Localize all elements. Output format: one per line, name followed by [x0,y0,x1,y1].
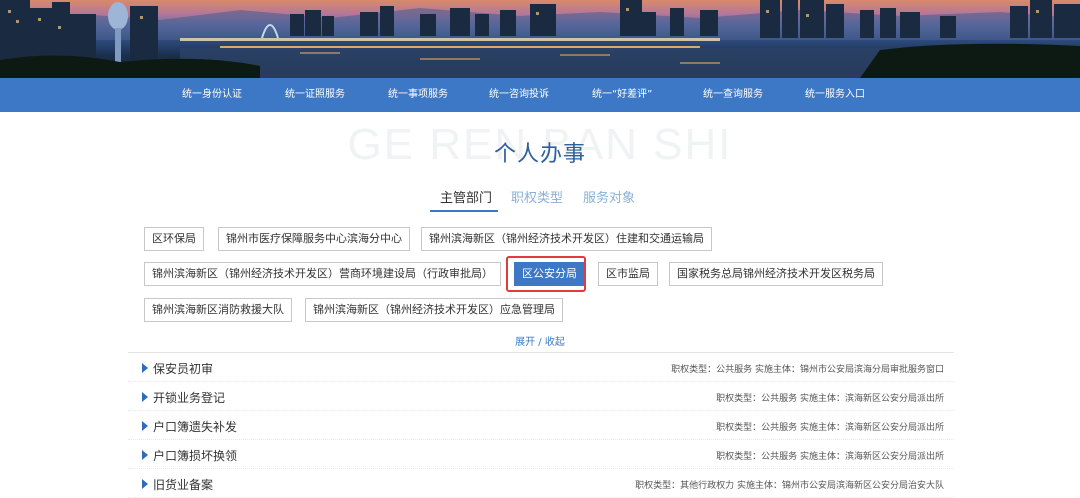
service-item-list: 保安员初审 职权类型：公共服务 实施主体：锦州市公安局滨海分局审批服务窗口 开锁… [128,352,954,498]
item-name[interactable]: 保安员初审 [153,360,213,377]
triangle-right-icon [142,450,148,460]
nav-rating[interactable]: 统一“好差评” [592,78,652,112]
triangle-right-icon [142,392,148,402]
expand-collapse-toggle[interactable]: 展开 / 收起 [0,333,1080,348]
nav-service-entry[interactable]: 统一服务入口 [805,78,865,112]
header-banner [0,0,1080,78]
item-name[interactable]: 户口簿损坏换领 [153,447,237,464]
nav-query-service[interactable]: 统一查询服务 [703,78,763,112]
dept-chip-selected[interactable]: 区公安分局 [514,262,585,286]
item-meta: 职权类型：公共服务 实施主体：滨海新区公安分局派出所 [716,394,944,404]
list-item[interactable]: 旧货业备案 职权类型：其他行政权力 实施主体：锦州市公安局滨海新区公安分局治安大… [128,469,954,498]
item-meta: 职权类型：其他行政权力 实施主体：锦州市公安局滨海新区公安分局治安大队 [635,481,944,491]
page-title: 个人办事 [493,142,586,167]
list-item[interactable]: 户口簿遗失补发 职权类型：公共服务 实施主体：滨海新区公安分局派出所 [128,411,954,440]
nav-license-service[interactable]: 统一证照服务 [285,78,345,112]
tab-department[interactable]: 主管部门 [440,187,492,206]
city-skyline-image [0,0,1080,78]
list-item[interactable]: 户口簿损坏换领 职权类型：公共服务 实施主体：滨海新区公安分局派出所 [128,440,954,469]
nav-identity-auth[interactable]: 统一身份认证 [182,78,242,112]
item-meta: 职权类型：公共服务 实施主体：滨海新区公安分局派出所 [716,452,944,462]
triangle-right-icon [142,421,148,431]
nav-matter-service[interactable]: 统一事项服务 [388,78,448,112]
triangle-right-icon [142,363,148,373]
main-nav: 统一身份认证 统一证照服务 统一事项服务 统一咨询投诉 统一“好差评” 统一查询… [0,78,1080,112]
category-tabs: 主管部门 职权类型 服务对象 [0,187,1080,212]
list-item[interactable]: 保安员初审 职权类型：公共服务 实施主体：锦州市公安局滨海分局审批服务窗口 [128,353,954,382]
dept-chip[interactable]: 区市监局 [598,262,658,286]
item-name[interactable]: 旧货业备案 [153,476,213,493]
dept-chip[interactable]: 锦州滨海新区消防救援大队 [144,298,292,322]
item-meta: 职权类型：公共服务 实施主体：锦州市公安局滨海分局审批服务窗口 [671,365,944,375]
triangle-right-icon [142,479,148,489]
list-item[interactable]: 开锁业务登记 职权类型：公共服务 实施主体：滨海新区公安分局派出所 [128,382,954,411]
item-name[interactable]: 开锁业务登记 [153,389,225,406]
dept-chip[interactable]: 国家税务总局锦州经济技术开发区税务局 [669,262,883,286]
item-meta: 职权类型：公共服务 实施主体：滨海新区公安分局派出所 [716,423,944,433]
dept-chip[interactable]: 区环保局 [144,227,204,251]
item-name[interactable]: 户口簿遗失补发 [153,418,237,435]
dept-chip[interactable]: 锦州滨海新区（锦州经济技术开发区）住建和交通运输局 [421,227,712,251]
tab-power-type[interactable]: 职权类型 [511,187,563,206]
active-tab-underline [430,210,498,212]
nav-consult-complaint[interactable]: 统一咨询投诉 [489,78,549,112]
dept-chip[interactable]: 锦州市医疗保障服务中心滨海分中心 [218,227,410,251]
dept-chip[interactable]: 锦州滨海新区（锦州经济技术开发区）营商环境建设局（行政审批局） [144,262,501,286]
dept-chip[interactable]: 锦州滨海新区（锦州经济技术开发区）应急管理局 [305,298,563,322]
tab-service-target[interactable]: 服务对象 [583,187,635,206]
